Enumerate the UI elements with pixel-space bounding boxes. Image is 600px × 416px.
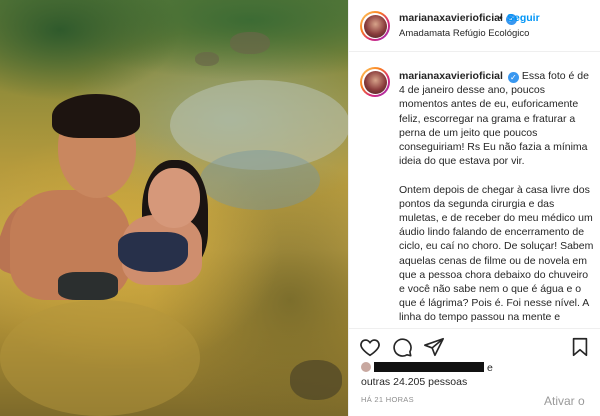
activate-windows-watermark: Ativar o [544,394,585,408]
heart-icon[interactable] [359,336,381,358]
post-sidebar: marianaxavierioficial ✓ • Seguir Amadamat… [348,0,600,416]
caption-paragraph: Ontem depois de chegar à casa livre dos … [399,183,594,324]
caption-area: marianaxavierioficial ✓ Essa foto é de 4 … [349,60,600,328]
follow-button[interactable]: Seguir [507,12,540,24]
man-hair [52,94,140,138]
post-header: marianaxavierioficial ✓ • Seguir Amadamat… [349,0,600,52]
caption-text: marianaxavierioficial ✓ Essa foto é de 4 … [399,69,595,328]
bookmark-icon[interactable] [569,336,591,358]
separator-dot: • [499,12,503,24]
caption-avatar[interactable] [360,67,390,97]
post-photo[interactable] [0,0,348,416]
share-icon[interactable] [423,336,445,358]
comment-icon[interactable] [391,336,413,358]
post-timestamp[interactable]: HÁ 21 HORAS [361,395,414,404]
location-link[interactable]: Amadamata Refúgio Ecológico [399,28,529,39]
verified-badge-icon: ✓ [507,72,519,83]
man-shorts [58,272,118,300]
woman-face [148,168,200,228]
likes-count[interactable]: outras 24.205 pessoas [361,376,467,388]
woman-swimsuit [118,232,188,272]
redacted-username [374,362,484,372]
author-avatar[interactable] [360,11,390,41]
caption-username[interactable]: marianaxavierioficial [399,70,503,82]
action-bar [349,328,600,362]
caption-paragraph: Essa foto é de 4 de janeiro desse ano, p… [399,70,589,168]
likes-summary[interactable]: e outras 24.205 pessoas [361,361,597,389]
